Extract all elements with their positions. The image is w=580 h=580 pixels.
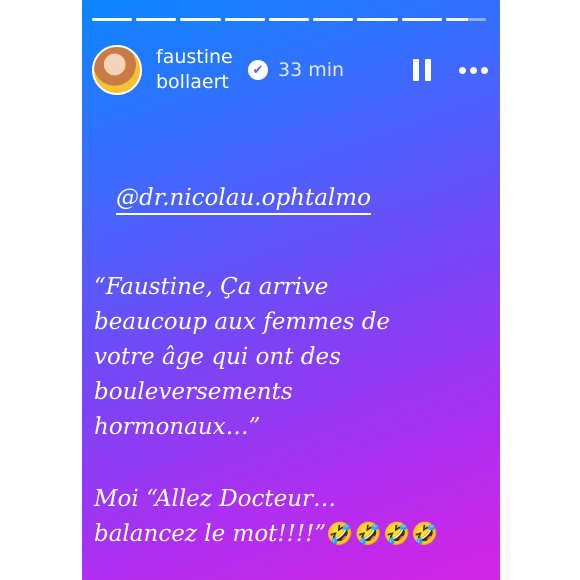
post-time: 33 min [278, 59, 345, 81]
progress-segment [136, 18, 177, 21]
dot [481, 66, 488, 74]
username-last[interactable]: bollaert [156, 70, 242, 95]
story-viewer[interactable]: faustine bollaert ✔ 33 min @dr.nicolau.o… [82, 0, 500, 580]
avatar[interactable] [92, 45, 142, 95]
pause-icon[interactable] [411, 59, 433, 81]
progress-segment [224, 18, 265, 21]
story-progress-bar [92, 18, 486, 21]
more-options-icon[interactable] [459, 66, 488, 74]
laughing-emoji-icon: 🤣🤣🤣🤣 [326, 522, 440, 547]
pause-bar [413, 59, 419, 81]
progress-segment [92, 18, 133, 21]
story-header: faustine bollaert ✔ 33 min [92, 42, 488, 98]
username[interactable]: faustine bollaert [156, 45, 242, 95]
pause-bar [425, 59, 431, 81]
progress-segment [357, 18, 398, 21]
story-reply-text: Moi “Allez Docteur… balancez le mot!!!!”… [94, 482, 490, 552]
username-first[interactable]: faustine [156, 45, 242, 70]
progress-segment [313, 18, 354, 21]
dot [459, 66, 466, 74]
verified-badge-icon: ✔ [248, 60, 268, 80]
progress-segment-current [445, 18, 486, 21]
dot [470, 66, 477, 74]
story-quote-text: “Faustine, Ça arrive beaucoup aux femmes… [94, 274, 391, 440]
reply-text: Moi “Allez Docteur… balancez le mot!!!!” [94, 486, 337, 547]
progress-segment [401, 18, 442, 21]
progress-segment [180, 18, 221, 21]
progress-segment [268, 18, 310, 21]
mention-link[interactable]: @dr.nicolau.ophtalmo [116, 185, 371, 215]
